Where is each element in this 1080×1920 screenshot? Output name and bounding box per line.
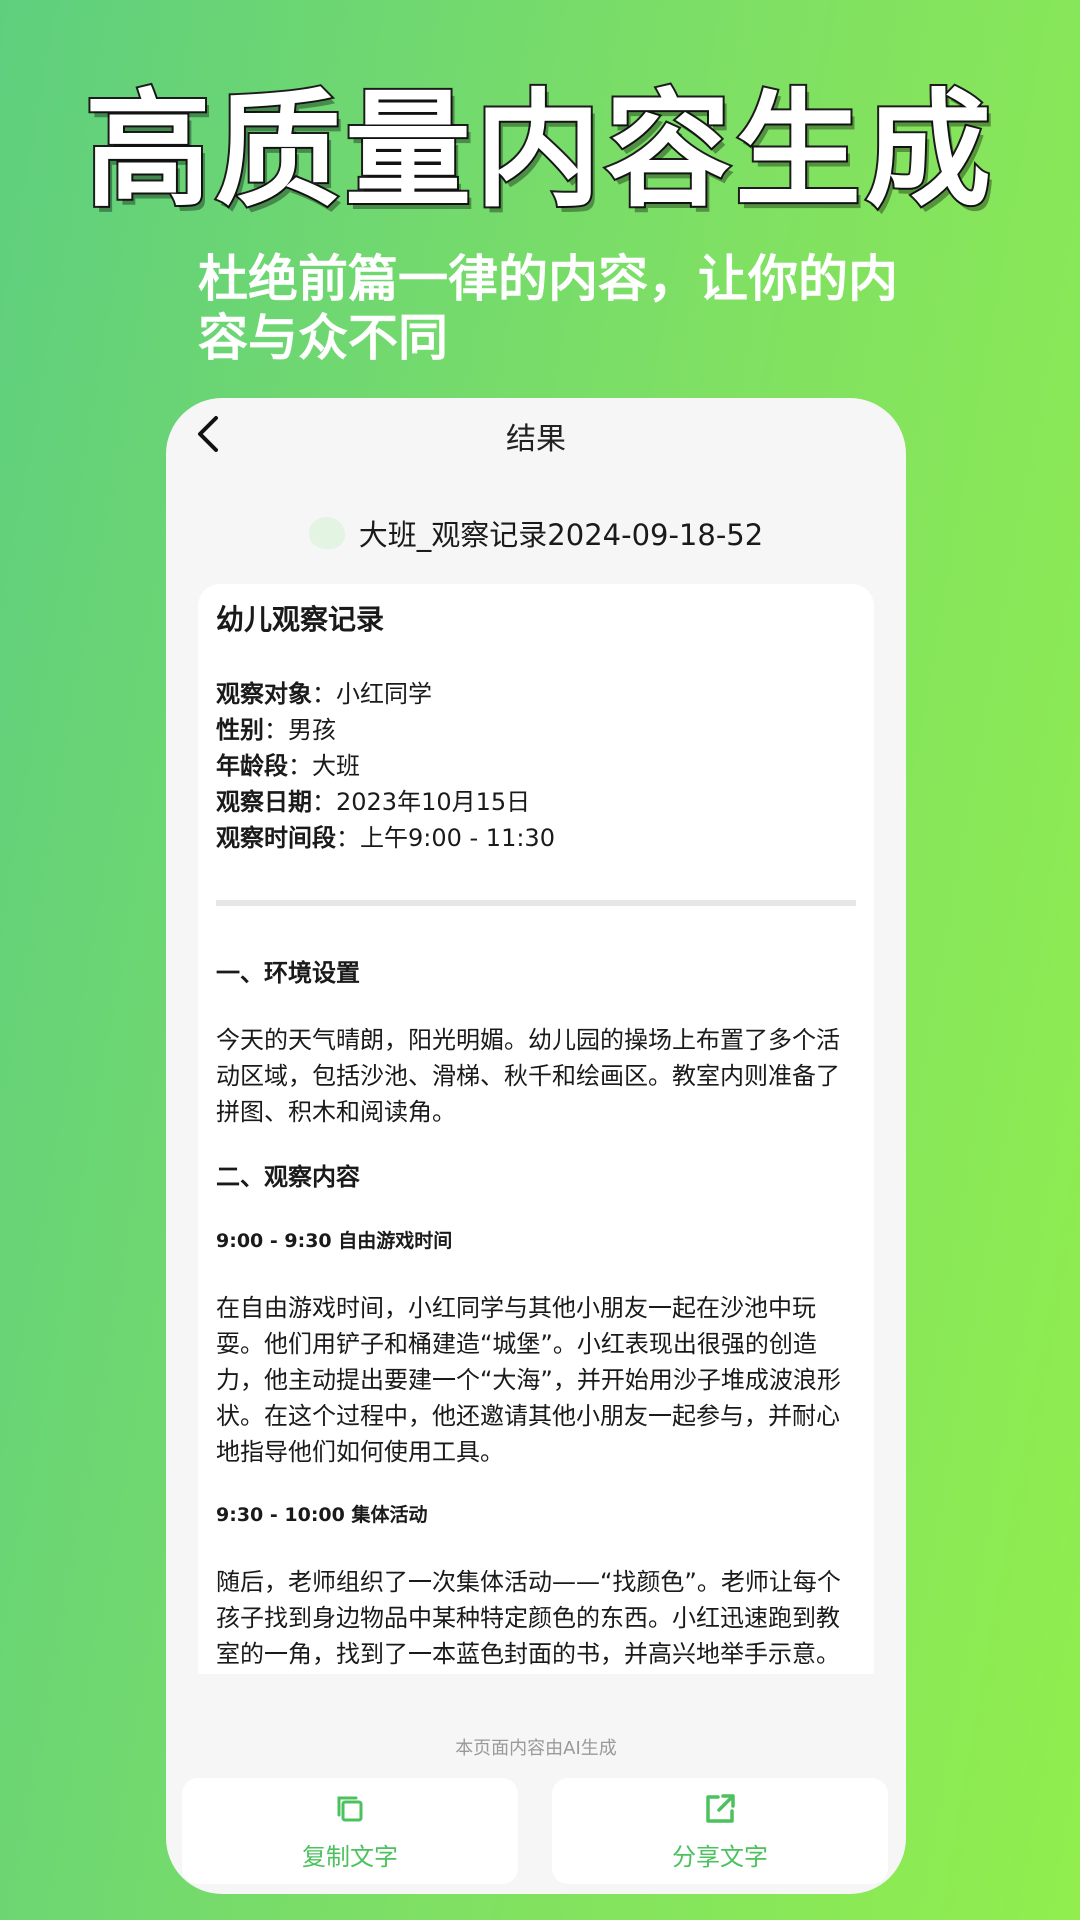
promo-headline: 高质量内容生成 [83, 77, 995, 224]
info-value: 男孩 [288, 716, 336, 745]
period-title-free-play: 9:00 - 9:30 自由游戏时间 [216, 1230, 453, 1253]
info-value: 大班 [312, 752, 360, 781]
info-key: 观察日期 [216, 788, 312, 817]
content-card[interactable]: 幼儿观察记录 观察对象：小红同学 性别：男孩 年龄段：大班 观察日期：2023年… [198, 584, 874, 1674]
info-row: 观察时间段：上午9:00 - 11:30 [216, 824, 555, 853]
document-title: 大班_观察记录2024-09-18-52 [358, 518, 764, 552]
leaf-icon [308, 517, 345, 549]
share-text-label: 分享文字 [672, 1842, 768, 1871]
info-key: 观察时间段 [216, 824, 336, 853]
info-key: 性别 [216, 716, 264, 745]
phone-screen: 结果 大班_观察记录2024-09-18-52 幼儿观察记录 观察对象：小红同学… [166, 398, 906, 1894]
info-key: 年龄段 [216, 752, 288, 781]
document-header: 大班_观察记录2024-09-18-52 [166, 508, 906, 558]
copy-icon [337, 1796, 363, 1821]
info-value: 上午9:00 - 11:30 [360, 824, 555, 853]
nav-bar: 结果 [166, 398, 906, 468]
info-value: 小红同学 [336, 680, 432, 709]
period-paragraph-group-activity: 随后，老师组织了一次集体活动——“找颜色”。老师让每个孩子找到身边物品中某种特定… [216, 1568, 841, 1669]
info-row: 性别：男孩 [216, 716, 336, 745]
promo-subhead-line2: 容与众不同 [198, 309, 448, 367]
info-value: 2023年10月15日 [336, 788, 531, 817]
info-row: 观察对象：小红同学 [216, 680, 432, 709]
section-paragraph-environment: 今天的天气晴朗，阳光明媚。幼儿园的操场上布置了多个活动区域，包括沙池、滑梯、秋千… [216, 1026, 840, 1127]
copy-text-label: 复制文字 [302, 1842, 398, 1871]
ai-generated-note: 本页面内容由AI生成 [455, 1738, 617, 1759]
divider [216, 900, 856, 907]
info-row: 年龄段：大班 [216, 752, 360, 781]
section-title-observation: 二、观察内容 [216, 1163, 360, 1192]
promo-subhead: 杜绝前篇一律的内容，让你的内 容与众不同 [198, 250, 898, 368]
page-title: 结果 [506, 422, 566, 457]
report-title: 幼儿观察记录 [216, 603, 385, 636]
info-row: 观察日期：2023年10月15日 [216, 788, 531, 817]
period-paragraph-free-play: 在自由游戏时间，小红同学与其他小朋友一起在沙池中玩耍。他们用铲子和桶建造“城堡”… [216, 1294, 841, 1467]
share-external-icon [706, 1793, 735, 1823]
section-title-environment: 一、环境设置 [216, 959, 360, 988]
info-key: 观察对象 [216, 680, 312, 709]
copy-text-button[interactable]: 复制文字 [182, 1778, 518, 1884]
share-text-button[interactable]: 分享文字 [552, 1778, 888, 1884]
period-title-group-activity: 9:30 - 10:00 集体活动 [216, 1504, 428, 1527]
promo-subhead-line1: 杜绝前篇一律的内容，让你的内 [198, 250, 898, 308]
